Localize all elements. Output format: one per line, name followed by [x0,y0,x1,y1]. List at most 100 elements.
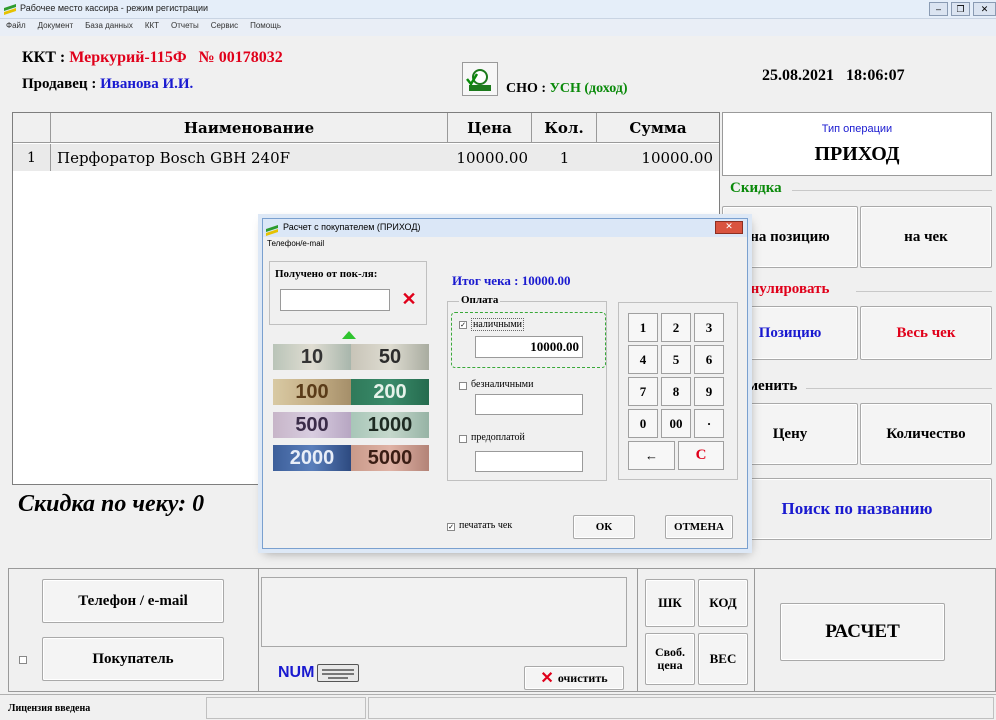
keyboard-icon[interactable] [317,664,360,682]
dialog-cancel-button[interactable]: ОТМЕНА [665,515,733,539]
phone-email-button[interactable]: Телефон / e-mail [42,579,224,623]
payment-group-title: Оплата [459,294,501,306]
free-price-button[interactable]: Своб. цена [645,633,695,685]
cash-label: наличными [471,318,524,331]
card-input[interactable] [475,394,583,415]
col-name-header[interactable]: Наименование [51,113,448,143]
scan-input[interactable] [261,577,627,647]
app-icon [4,3,16,15]
col-qty-header[interactable]: Кол. [532,113,597,143]
bill-1000[interactable]: 1000 [351,412,429,438]
key-5[interactable]: 5 [661,345,691,374]
status-bar: Лицензия введена [0,694,996,720]
operation-type-box: Тип операции ПРИХОД [722,112,992,176]
menu-service[interactable]: Сервис [211,21,238,36]
key-1[interactable]: 1 [628,313,658,342]
bill-100[interactable]: 100 [273,379,351,405]
key-2[interactable]: 2 [661,313,691,342]
row-sum: 10000.00 [597,144,719,171]
key-0[interactable]: 0 [628,409,658,438]
dialog-titlebar: Расчет с покупателем (ПРИХОД) ✕ [263,219,747,237]
dialog-close-button[interactable]: ✕ [715,221,743,234]
key-backspace[interactable]: ← [628,441,675,470]
card-label: безналичными [471,379,534,390]
bill-5000[interactable]: 5000 [351,445,429,471]
fiscal-status-icon[interactable] [462,62,498,96]
cancel-check-button[interactable]: Весь чек [860,306,992,360]
payment-button[interactable]: РАСЧЕТ [780,603,945,661]
dialog-title: Расчет с покупателем (ПРИХОД) [283,222,421,232]
key-3[interactable]: 3 [694,313,724,342]
prepay-checkbox[interactable] [459,435,467,443]
kkt-value: Меркурий-115Ф № 00178032 [69,49,283,66]
bill-200[interactable]: 200 [351,379,429,405]
received-input[interactable] [280,289,390,311]
menu-document[interactable]: Документ [38,21,74,36]
window-titlebar: Рабочее место кассира - режим регистраци… [0,0,996,19]
change-qty-button[interactable]: Количество [860,403,992,465]
clear-button[interactable]: ✕ очистить [524,666,624,690]
change-group-line [806,388,992,389]
key-4[interactable]: 4 [628,345,658,374]
operation-type-label: Тип операции [821,123,893,135]
key-00[interactable]: 00 [661,409,691,438]
print-check-checkbox[interactable]: ✓ [447,523,455,531]
search-by-name-button[interactable]: Поиск по названию [722,478,992,540]
key-dot[interactable]: · [694,409,724,438]
menu-help[interactable]: Помощь [250,21,281,36]
bottom-divider-right [754,569,755,692]
menu-database[interactable]: База данных [85,21,133,36]
menu-reports[interactable]: Отчеты [171,21,199,36]
seller-value: Иванова И.И. [100,76,194,92]
sno-info: СНО : УСН (доход) [506,81,628,97]
close-button[interactable]: ✕ [973,2,996,16]
operation-type-value: ПРИХОД [814,143,900,165]
buyer-checkbox[interactable] [19,656,27,664]
discount-check-button[interactable]: на чек [860,206,992,268]
seller-label: Продавец : [22,76,97,92]
row-num: 1 [13,144,51,171]
bill-10[interactable]: 10 [273,344,351,370]
code-button[interactable]: КОД [698,579,748,627]
num-indicator: NUM [278,664,360,682]
menu-file[interactable]: Файл [6,21,26,36]
bill-2000[interactable]: 2000 [273,445,351,471]
received-clear-icon[interactable]: ✕ [399,289,419,311]
bill-50[interactable]: 50 [351,344,429,370]
license-status: Лицензия введена [8,703,91,714]
key-6[interactable]: 6 [694,345,724,374]
minimize-button[interactable]: – [929,2,948,16]
menu-kkt[interactable]: ККТ [145,21,159,36]
sno-label: СНО : [506,81,547,96]
dialog-subtitle: Телефон/e-mail [267,239,325,248]
col-sum-header[interactable]: Сумма [597,113,719,143]
check-total: Итог чека : 10000.00 [452,273,571,288]
key-8[interactable]: 8 [661,377,691,406]
prepay-label: предоплатой [471,432,525,443]
prepay-input[interactable] [475,451,583,472]
card-checkbox[interactable] [459,382,467,390]
key-9[interactable]: 9 [694,377,724,406]
dialog-ok-button[interactable]: ОК [573,515,635,539]
key-clear[interactable]: С [678,441,724,470]
cash-checkbox[interactable]: ✓ [459,321,467,329]
weight-button[interactable]: ВЕС [698,633,748,685]
restore-button[interactable]: ❐ [951,2,970,16]
key-7[interactable]: 7 [628,377,658,406]
col-price-header[interactable]: Цена [448,113,532,143]
barcode-button[interactable]: ШК [645,579,695,627]
bill-500[interactable]: 500 [273,412,351,438]
check-discount: Скидка по чеку: 0 [18,491,205,517]
cash-input[interactable]: 10000.00 [475,336,583,358]
clear-label: очистить [557,670,608,685]
seller-info: Продавец : Иванова И.И. [22,76,193,93]
window-title: Рабочее место кассира - режим регистраци… [20,3,209,13]
row-qty: 1 [532,144,597,171]
bills-scroll-up-icon[interactable] [342,331,356,339]
menu-bar: Файл Документ База данных ККТ Отчеты Сер… [0,19,996,36]
buyer-button[interactable]: Покупатель [42,637,224,681]
payment-dialog: Расчет с покупателем (ПРИХОД) ✕ Телефон/… [262,218,748,549]
sno-value: УСН (доход) [549,81,628,96]
dialog-app-icon [266,222,278,236]
col-num-header [13,113,51,143]
